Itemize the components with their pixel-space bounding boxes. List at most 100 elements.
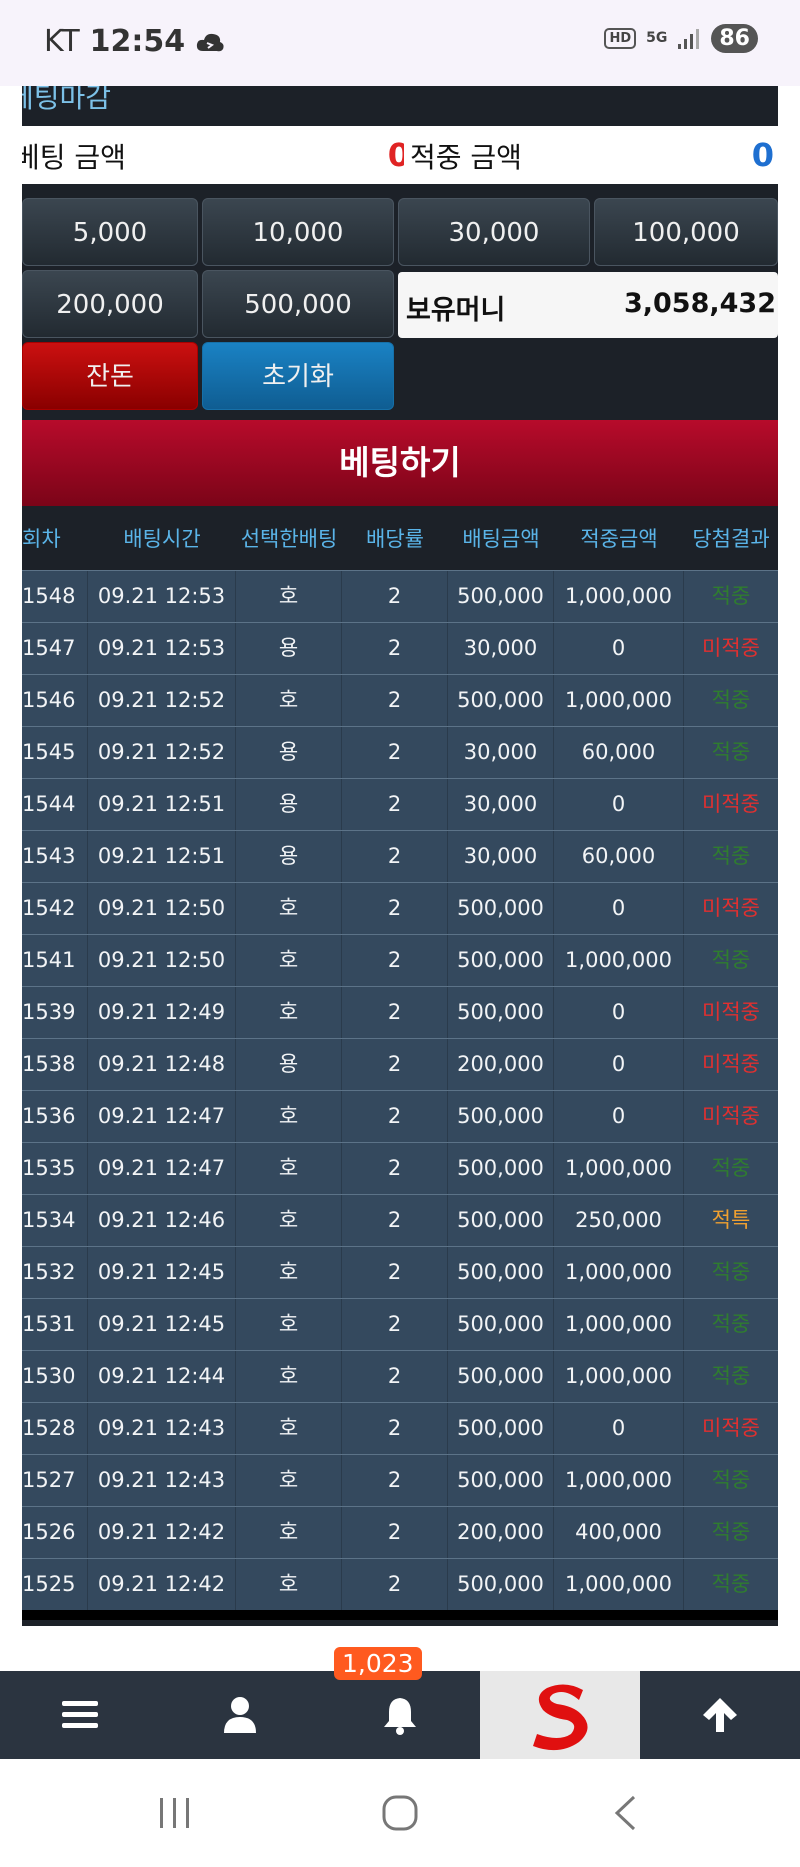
cell-odds: 2: [342, 675, 448, 726]
cell-selection: 용: [236, 1039, 342, 1090]
chip-100000-button[interactable]: 100,000: [594, 198, 778, 266]
change-button[interactable]: 잔돈: [22, 342, 198, 410]
cell-bet-amount: 500,000: [448, 1559, 554, 1610]
cell-round: 1548: [22, 571, 88, 622]
scroll-top-button[interactable]: [640, 1671, 800, 1759]
cell-time: 09.21 12:44: [88, 1351, 236, 1402]
arrow-up-icon: [703, 1698, 737, 1732]
cell-bet-amount: 500,000: [448, 883, 554, 934]
cell-win-amount: 1,000,000: [554, 1247, 684, 1298]
home-button[interactable]: [335, 1759, 465, 1867]
cell-selection: 호: [236, 1299, 342, 1350]
col-bet-amount: 배팅금액: [462, 527, 540, 551]
menu-icon: [62, 1701, 98, 1728]
profile-button[interactable]: [160, 1671, 320, 1759]
cell-round: 1526: [22, 1507, 88, 1558]
cell-win-amount: 0: [554, 623, 684, 674]
notifications-button[interactable]: [320, 1671, 480, 1759]
win-amount-label: 적중 금액: [410, 141, 522, 174]
table-row: 1542 09.21 12:50 호 2 500,000 0 미적중: [22, 882, 778, 934]
chip-5000-button[interactable]: 5,000: [22, 198, 198, 266]
cell-odds: 2: [342, 831, 448, 882]
col-selection: 선택한배팅: [240, 527, 338, 551]
chip-200000-button[interactable]: 200,000: [22, 270, 198, 338]
cell-time: 09.21 12:50: [88, 883, 236, 934]
cell-odds: 2: [342, 1403, 448, 1454]
cell-odds: 2: [342, 1351, 448, 1402]
cell-selection: 용: [236, 727, 342, 778]
cell-bet-amount: 30,000: [448, 727, 554, 778]
col-win-amount: 적중금액: [580, 527, 658, 551]
bell-icon: [384, 1698, 416, 1735]
network-5g-icon: 5G: [646, 30, 668, 46]
cell-win-amount: 1,000,000: [554, 1351, 684, 1402]
cell-round: 1541: [22, 935, 88, 986]
cell-bet-amount: 500,000: [448, 1403, 554, 1454]
cell-time: 09.21 12:48: [88, 1039, 236, 1090]
cell-time: 09.21 12:52: [88, 727, 236, 778]
cell-result: 적중: [711, 1520, 751, 1544]
table-row: 1534 09.21 12:46 호 2 500,000 250,000 적특: [22, 1194, 778, 1246]
cell-bet-amount: 500,000: [448, 935, 554, 986]
cell-selection: 호: [236, 935, 342, 986]
cell-win-amount: 1,000,000: [554, 935, 684, 986]
cell-win-amount: 0: [554, 883, 684, 934]
cell-odds: 2: [342, 727, 448, 778]
table-row: 1545 09.21 12:52 용 2 30,000 60,000 적중: [22, 726, 778, 778]
cell-result: 적중: [711, 1468, 751, 1492]
table-row: 1546 09.21 12:52 호 2 500,000 1,000,000 적중: [22, 674, 778, 726]
cell-result: 적중: [711, 1312, 751, 1336]
cell-bet-amount: 500,000: [448, 987, 554, 1038]
cell-round: 1534: [22, 1195, 88, 1246]
cell-round: 1527: [22, 1455, 88, 1506]
recent-apps-button[interactable]: [110, 1759, 240, 1867]
status-bar: KT 12:54 HD 5G 86: [0, 0, 800, 86]
cell-odds: 2: [342, 1143, 448, 1194]
cell-win-amount: 250,000: [554, 1195, 684, 1246]
cell-time: 09.21 12:45: [88, 1247, 236, 1298]
reset-button[interactable]: 초기화: [202, 342, 394, 410]
cell-selection: 호: [236, 675, 342, 726]
menu-button[interactable]: [0, 1671, 160, 1759]
system-nav-bar: [0, 1759, 800, 1867]
cell-win-amount: 0: [554, 1091, 684, 1142]
clock: 12:54: [89, 24, 186, 59]
cell-round: 1525: [22, 1559, 88, 1610]
cell-result: 미적중: [702, 1104, 760, 1128]
col-time: 배팅시간: [123, 527, 201, 551]
table-row: 1532 09.21 12:45 호 2 500,000 1,000,000 적중: [22, 1246, 778, 1298]
cell-round: 1538: [22, 1039, 88, 1090]
s-logo: [533, 1684, 588, 1751]
cell-win-amount: 1,000,000: [554, 1455, 684, 1506]
cell-selection: 호: [236, 571, 342, 622]
cell-result: 적중: [711, 1364, 751, 1388]
chip-10000-button[interactable]: 10,000: [202, 198, 394, 266]
hd-icon: HD: [604, 28, 637, 49]
cell-win-amount: 400,000: [554, 1507, 684, 1558]
cell-result: 적중: [711, 1156, 751, 1180]
cell-bet-amount: 500,000: [448, 1091, 554, 1142]
cell-bet-amount: 500,000: [448, 571, 554, 622]
cell-selection: 호: [236, 1091, 342, 1142]
notification-count-badge: 1,023: [334, 1647, 422, 1680]
back-button[interactable]: [560, 1759, 690, 1867]
table-row: 1525 09.21 12:42 호 2 500,000 1,000,000 적중: [22, 1558, 778, 1610]
cell-time: 09.21 12:43: [88, 1455, 236, 1506]
cell-round: 1532: [22, 1247, 88, 1298]
cell-bet-amount: 200,000: [448, 1507, 554, 1558]
place-bet-button[interactable]: 베팅하기: [22, 420, 778, 506]
table-bottom-border: [22, 1610, 778, 1620]
site-logo[interactable]: [480, 1671, 640, 1759]
cell-bet-amount: 500,000: [448, 1299, 554, 1350]
cell-odds: 2: [342, 1247, 448, 1298]
cell-time: 09.21 12:52: [88, 675, 236, 726]
table-row: 1526 09.21 12:42 호 2 200,000 400,000 적중: [22, 1506, 778, 1558]
cell-odds: 2: [342, 571, 448, 622]
cell-time: 09.21 12:51: [88, 831, 236, 882]
cell-time: 09.21 12:49: [88, 987, 236, 1038]
table-row: 1527 09.21 12:43 호 2 500,000 1,000,000 적중: [22, 1454, 778, 1506]
chip-500000-button[interactable]: 500,000: [202, 270, 394, 338]
chip-30000-button[interactable]: 30,000: [398, 198, 590, 266]
bet-amount-label: 베팅 금액: [22, 141, 126, 174]
cell-bet-amount: 30,000: [448, 831, 554, 882]
